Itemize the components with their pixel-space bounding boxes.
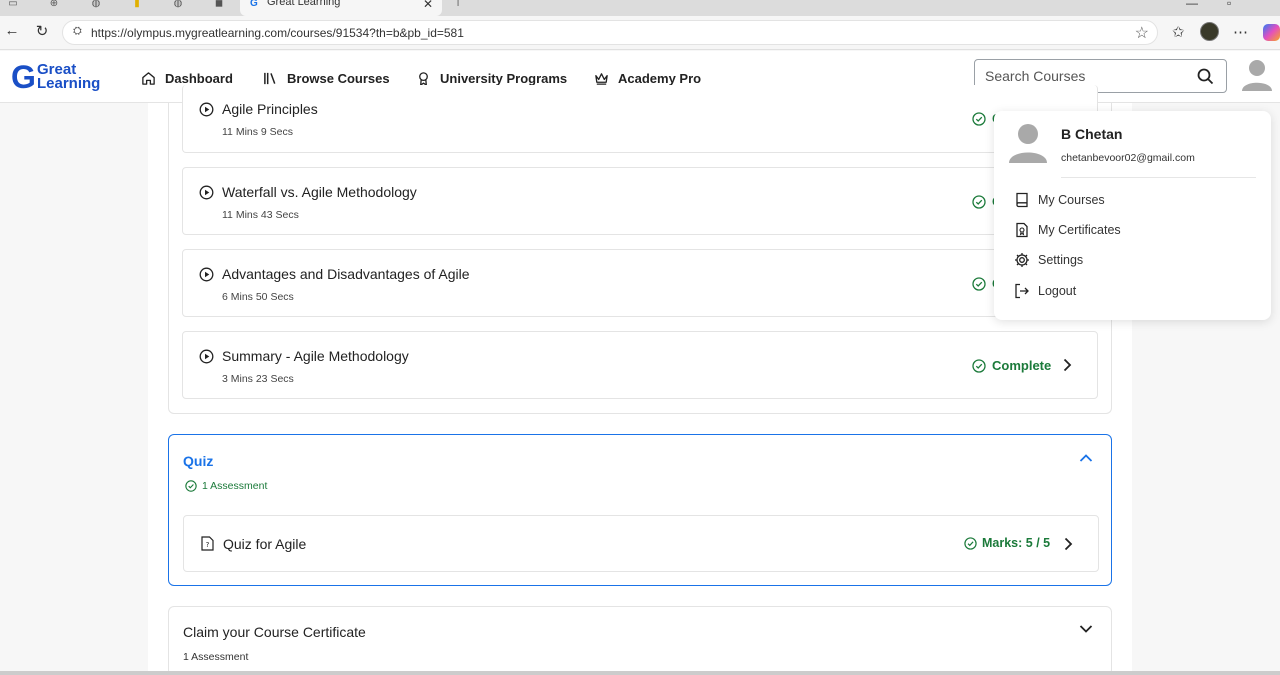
play-circle-icon: [199, 267, 214, 282]
active-tab[interactable]: G Great Learning ✕: [240, 0, 442, 16]
browser-toolbar: ← ↻ ⛭ https://olympus.mygreatlearning.co…: [0, 16, 1280, 50]
favorite-star-icon[interactable]: ☆: [1135, 23, 1149, 43]
github-tab-icon-2[interactable]: ◍: [170, 0, 186, 10]
nav-academy-pro-label: Academy Pro: [618, 70, 702, 86]
github-tab-icon[interactable]: ◍: [88, 0, 104, 10]
check-circle-icon: [972, 358, 986, 373]
tab-close-icon[interactable]: ✕: [423, 0, 433, 11]
search-input[interactable]: [985, 67, 1185, 85]
check-circle-icon: [972, 111, 986, 126]
globe-tab-icon[interactable]: ⊕: [46, 0, 62, 10]
lesson-row[interactable]: Agile Principles 11 Mins 9 Secs C: [182, 85, 1098, 153]
search-icon[interactable]: [1197, 68, 1214, 85]
quiz-item-title: Quiz for Agile: [223, 536, 307, 552]
quiz-marks-label: Marks: 5 / 5: [982, 536, 1051, 550]
chevron-right-icon[interactable]: [1062, 358, 1072, 372]
lesson-row[interactable]: Waterfall vs. Agile Methodology 11 Mins …: [182, 167, 1098, 235]
minimize-icon[interactable]: —: [1186, 0, 1198, 10]
favorites-icon[interactable]: ✩: [1172, 23, 1185, 41]
more-menu-icon[interactable]: ⋯: [1233, 23, 1248, 41]
award-icon: [419, 71, 428, 86]
book-icon: [1016, 192, 1028, 208]
lesson-title: Agile Principles: [222, 101, 318, 117]
quiz-assessment-count: 1 Assessment: [185, 480, 267, 492]
menu-item-settings[interactable]: Settings: [1014, 250, 1083, 270]
nav-university-programs-label: University Programs: [440, 70, 568, 86]
check-circle-icon: [185, 480, 197, 492]
lesson-duration: 3 Mins 23 Secs: [222, 373, 294, 385]
gear-icon: [1015, 253, 1029, 267]
logo-text-learning: Learning: [37, 75, 101, 92]
check-circle-icon: [972, 194, 986, 209]
lesson-row[interactable]: Summary - Agile Methodology 3 Mins 23 Se…: [182, 331, 1098, 399]
menu-item-logout[interactable]: Logout: [1014, 281, 1076, 301]
lesson-row[interactable]: Advantages and Disadvantages of Agile 6 …: [182, 249, 1098, 317]
refresh-icon[interactable]: ↻: [32, 22, 52, 40]
svg-text:?: ?: [206, 541, 210, 549]
quiz-section: Quiz 1 Assessment ? Quiz for Agile Marks…: [168, 434, 1112, 586]
play-circle-icon: [199, 185, 214, 200]
crown-icon: [595, 72, 608, 85]
user-avatar-icon[interactable]: [1241, 58, 1273, 92]
menu-item-my-courses[interactable]: My Courses: [1014, 190, 1105, 210]
lesson-title: Summary - Agile Methodology: [222, 348, 409, 364]
url-text: https://olympus.mygreatlearning.com/cour…: [91, 26, 464, 40]
nav-dashboard-label: Dashboard: [165, 70, 233, 86]
lesson-duration: 11 Mins 9 Secs: [222, 126, 294, 138]
lesson-title: Advantages and Disadvantages of Agile: [222, 266, 470, 282]
check-circle-icon: [972, 276, 986, 291]
menu-item-label: My Certificates: [1038, 223, 1121, 237]
nav-browse-courses-label: Browse Courses: [287, 70, 390, 86]
quiz-document-icon: ?: [201, 536, 214, 551]
maximize-icon[interactable]: ▫: [1227, 0, 1231, 10]
address-bar[interactable]: ⛭ https://olympus.mygreatlearning.com/co…: [62, 20, 1158, 45]
profile-avatar-icon: [1009, 124, 1047, 163]
quiz-assessment-label: 1 Assessment: [202, 480, 268, 492]
check-circle-icon: [964, 536, 977, 550]
great-learning-logo[interactable]: G Great Learning: [11, 59, 103, 95]
notion-tab-icon[interactable]: ◼: [211, 0, 227, 10]
menu-item-my-certificates[interactable]: My Certificates: [1014, 220, 1121, 240]
certificate-assessment-count: 1 Assessment: [183, 651, 249, 663]
lesson-status: Complete: [972, 358, 1051, 373]
certificate-section-title: Claim your Course Certificate: [183, 624, 366, 640]
logo-g-mark: G: [11, 59, 36, 95]
lesson-title: Waterfall vs. Agile Methodology: [222, 184, 417, 200]
horizontal-scrollbar[interactable]: [0, 671, 1280, 675]
play-circle-icon: [199, 349, 214, 364]
menu-item-label: Settings: [1038, 253, 1084, 267]
copilot-icon[interactable]: [1263, 24, 1280, 41]
browser-tab-strip: ▭ ⊕ ◍ ▮ ◍ ◼ G Great Learning ✕ | — ▫: [0, 0, 1280, 16]
play-circle-icon: [199, 102, 214, 117]
site-info-icon[interactable]: ⛭: [73, 25, 82, 38]
profile-dropdown-menu: B Chetan chetanbevoor02@gmail.com My Cou…: [994, 111, 1271, 320]
quiz-section-title[interactable]: Quiz: [183, 453, 213, 469]
back-arrow-icon[interactable]: ←: [2, 22, 22, 39]
chevron-right-icon[interactable]: [1063, 537, 1073, 551]
new-tab-icon[interactable]: |: [450, 0, 466, 8]
menu-item-label: My Courses: [1038, 193, 1105, 207]
great-learning-favicon: G: [250, 0, 258, 9]
menu-item-label: Logout: [1038, 284, 1077, 298]
library-icon: [264, 72, 276, 84]
chevron-up-icon[interactable]: [1079, 453, 1093, 463]
tab-actions-icon[interactable]: ▭: [5, 0, 21, 10]
certificate-section[interactable]: Claim your Course Certificate 1 Assessme…: [168, 606, 1112, 675]
profile-menu-divider: [1061, 177, 1256, 178]
quiz-marks: Marks: 5 / 5: [964, 536, 1050, 550]
pinned-tab-icon[interactable]: ▮: [129, 0, 145, 10]
logout-icon: [1015, 283, 1029, 299]
lesson-status-label: Complete: [992, 358, 1052, 373]
profile-email: chetanbevoor02@gmail.com: [1061, 152, 1195, 164]
chevron-down-icon[interactable]: [1079, 624, 1093, 634]
lesson-duration: 11 Mins 43 Secs: [222, 209, 299, 221]
quiz-item-row[interactable]: ? Quiz for Agile Marks: 5 / 5: [183, 515, 1099, 572]
browser-profile-avatar[interactable]: [1200, 22, 1219, 41]
tab-title: Great Learning: [267, 0, 341, 8]
certificate-icon: [1016, 222, 1028, 238]
home-icon: [142, 71, 155, 85]
profile-name: B Chetan: [1061, 126, 1123, 142]
lesson-duration: 6 Mins 50 Secs: [222, 291, 294, 303]
